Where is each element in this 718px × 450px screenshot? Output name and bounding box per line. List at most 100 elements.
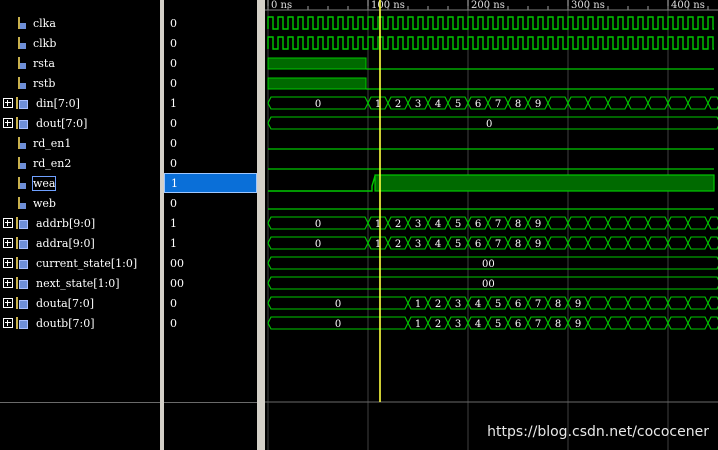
- signal-row[interactable]: rstb: [0, 73, 55, 93]
- signal-value-panel: 0 0 0 0 1 0 0 0 1 0 1 1 00 00 0 0: [164, 0, 257, 450]
- reset-pulse: [267, 77, 367, 90]
- signal-name[interactable]: doutb[7:0]: [36, 317, 95, 330]
- signal-row[interactable]: addrb[9:0]: [0, 213, 95, 233]
- signal-value[interactable]: 0: [164, 313, 257, 333]
- signal-name[interactable]: rd_en2: [33, 157, 71, 170]
- signal-name[interactable]: clka: [33, 17, 56, 30]
- signal-value[interactable]: 0: [164, 133, 257, 153]
- bus-value-label: 3: [455, 319, 461, 330]
- bus-segment: [567, 236, 589, 250]
- bus-segment: [667, 236, 689, 250]
- bus-segment: [667, 96, 689, 110]
- expand-icon[interactable]: [3, 318, 13, 328]
- bus-value-label: 3: [415, 99, 421, 110]
- expand-icon[interactable]: [3, 218, 13, 228]
- bus-segment: [547, 216, 569, 230]
- expand-icon[interactable]: [3, 258, 13, 268]
- signal-name[interactable]: addrb[9:0]: [36, 217, 95, 230]
- bit-signal-icon: [17, 57, 27, 69]
- signal-name[interactable]: rstb: [33, 77, 55, 90]
- bus-segment: [707, 236, 718, 250]
- bus-value-label: 2: [435, 319, 441, 330]
- signal-name-panel: clka clkb rsta rstb din[7:0] dout[7:0] rd_en1r…: [0, 0, 160, 450]
- signal-row[interactable]: addra[9:0]: [0, 233, 95, 253]
- expand-icon[interactable]: [3, 238, 13, 248]
- waveform-panel[interactable]: 0 ns 100 ns 200 ns 300 ns 400 ns0 1 2 3 4 5 6 7 8 900…: [265, 0, 718, 450]
- signal-edge: [268, 175, 376, 192]
- bus-value-label: 0: [315, 219, 321, 230]
- signal-name[interactable]: rd_en1: [33, 137, 71, 150]
- bus-segment: [647, 96, 669, 110]
- expand-icon[interactable]: [3, 278, 13, 288]
- bus-segment: [567, 96, 589, 110]
- bus-value-label: 7: [495, 239, 501, 250]
- bit-signal-icon: [17, 77, 27, 89]
- signal-value[interactable]: 0: [164, 33, 257, 53]
- bus-segment: [587, 316, 609, 330]
- bus-signal-icon: [16, 317, 30, 329]
- clock-waveform: [267, 36, 714, 50]
- bus-value-label: 9: [575, 319, 581, 330]
- signal-value[interactable]: 0: [164, 73, 257, 93]
- signal-value[interactable]: 00: [164, 253, 257, 273]
- bus-value-label: 4: [435, 239, 441, 250]
- signal-value[interactable]: 1: [164, 93, 257, 113]
- expand-icon[interactable]: [3, 298, 13, 308]
- signal-row[interactable]: next_state[1:0]: [0, 273, 120, 293]
- bus-value-label: 3: [415, 239, 421, 250]
- signal-value[interactable]: 0: [164, 153, 257, 173]
- signal-row[interactable]: clka: [0, 13, 56, 33]
- signal-name[interactable]: douta[7:0]: [36, 297, 94, 310]
- signal-value[interactable]: 0: [164, 113, 257, 133]
- signal-value[interactable]: 0: [164, 193, 257, 213]
- signal-name[interactable]: next_state[1:0]: [36, 277, 120, 290]
- bus-segment: [707, 296, 718, 310]
- signal-name[interactable]: current_state[1:0]: [36, 257, 137, 270]
- signal-name[interactable]: web: [33, 197, 56, 210]
- signal-value[interactable]: 00: [164, 273, 257, 293]
- bit-signal-icon: [17, 157, 27, 169]
- bus-value-label: 2: [395, 219, 401, 230]
- watermark: https://blog.csdn.net/cococener: [487, 424, 709, 440]
- signal-name[interactable]: rsta: [33, 57, 55, 70]
- signal-row[interactable]: clkb: [0, 33, 56, 53]
- signal-value[interactable]: 0: [164, 53, 257, 73]
- signal-value[interactable]: 0: [164, 13, 257, 33]
- signal-row[interactable]: rd_en1: [0, 133, 71, 153]
- signal-value[interactable]: 1: [164, 213, 257, 233]
- signal-name[interactable]: dout[7:0]: [36, 117, 87, 130]
- signal-row[interactable]: web: [0, 193, 56, 213]
- signal-name[interactable]: din[7:0]: [36, 97, 80, 110]
- signal-value[interactable]: 1: [164, 173, 257, 193]
- signal-row[interactable]: rd_en2: [0, 153, 71, 173]
- signal-row[interactable]: douta[7:0]: [0, 293, 94, 313]
- signal-row[interactable]: wea: [0, 173, 57, 193]
- bus-segment: [607, 96, 629, 110]
- expand-icon[interactable]: [3, 98, 13, 108]
- bus-value-label: 9: [535, 239, 541, 250]
- signal-row[interactable]: din[7:0]: [0, 93, 80, 113]
- expand-icon[interactable]: [3, 118, 13, 128]
- bus-value-label: 5: [495, 299, 501, 310]
- bus-segment: [607, 216, 629, 230]
- signal-row[interactable]: current_state[1:0]: [0, 253, 137, 273]
- bus-segment: [707, 96, 718, 110]
- bus-segment: [647, 216, 669, 230]
- signal-value[interactable]: 0: [164, 293, 257, 313]
- bus-segment: [627, 216, 649, 230]
- bus-value-label: 8: [515, 99, 521, 110]
- signal-name[interactable]: addra[9:0]: [36, 237, 95, 250]
- signal-value[interactable]: 1: [164, 233, 257, 253]
- bus-value-label: 00: [482, 279, 495, 290]
- bus-segment: [627, 316, 649, 330]
- signal-row[interactable]: doutb[7:0]: [0, 313, 95, 333]
- bus-value-label: 00: [482, 259, 495, 270]
- signal-row[interactable]: dout[7:0]: [0, 113, 87, 133]
- panel-divider[interactable]: [257, 0, 265, 450]
- signal-name[interactable]: wea: [31, 175, 57, 191]
- bus-value-label: 0: [315, 239, 321, 250]
- bus-value-label: 0: [335, 319, 341, 330]
- bus-segment: [607, 236, 629, 250]
- signal-row[interactable]: rsta: [0, 53, 55, 73]
- signal-name[interactable]: clkb: [33, 37, 56, 50]
